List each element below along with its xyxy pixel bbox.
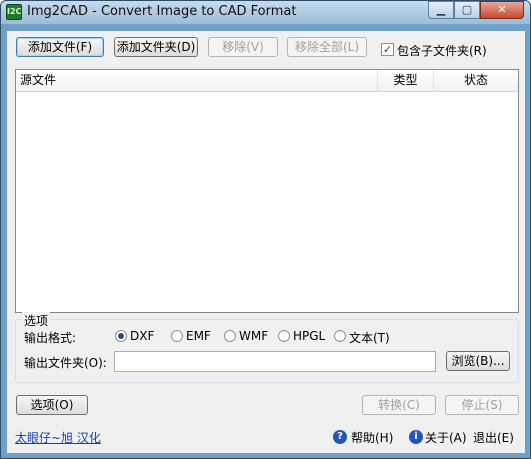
format-dxf-radio[interactable] <box>115 330 127 342</box>
help-icon[interactable]: ? <box>333 430 347 444</box>
options-group-title: 选项 <box>22 312 51 329</box>
options-button[interactable]: 选项(O) <box>16 395 88 415</box>
exit-link[interactable]: 退出(E) <box>473 429 514 446</box>
maximize-button[interactable]: ▢ <box>454 1 480 19</box>
add-folder-button[interactable]: 添加文件夹(D) <box>114 37 198 57</box>
format-text-label[interactable]: 文本(T) <box>349 329 390 346</box>
minimize-button[interactable]: ▁ <box>428 1 454 19</box>
format-text-radio[interactable] <box>334 330 346 342</box>
about-link[interactable]: 关于(A) <box>425 429 467 446</box>
format-hpgl-label[interactable]: HPGL <box>293 329 325 343</box>
remove-button[interactable]: 移除(V) <box>208 37 278 57</box>
main-panel: 添加文件(F) 添加文件夹(D) 移除(V) 移除全部(L) ✓ 包含子文件夹(… <box>7 31 525 453</box>
window-controls: ▁ ▢ ✕ <box>428 1 524 20</box>
output-format-label: 输出格式: <box>24 331 77 345</box>
column-status[interactable]: 状态 <box>434 70 518 92</box>
output-folder-input[interactable] <box>114 351 436 372</box>
options-group: 选项 输出格式: DXF EMF WMF HPGL 文本(T) 输出文件夹(O)… <box>15 312 519 383</box>
app-window: I2C Img2CAD - Convert Image to CAD Forma… <box>0 0 531 459</box>
output-folder-label: 输出文件夹(O): <box>24 356 107 370</box>
app-logo-icon: I2C <box>6 4 22 20</box>
file-list[interactable]: 源文件 类型 状态 <box>15 69 519 313</box>
about-icon[interactable]: i <box>409 430 423 444</box>
format-wmf-label[interactable]: WMF <box>239 329 268 343</box>
add-file-button[interactable]: 添加文件(F) <box>16 37 104 57</box>
format-dxf-label[interactable]: DXF <box>130 329 154 343</box>
format-emf-label[interactable]: EMF <box>186 329 211 343</box>
window-title: Img2CAD - Convert Image to CAD Format <box>27 4 297 19</box>
browse-button[interactable]: 浏览(B)... <box>446 351 510 371</box>
column-source-file[interactable]: 源文件 <box>16 70 378 92</box>
remove-all-button[interactable]: 移除全部(L) <box>287 37 367 57</box>
close-button[interactable]: ✕ <box>480 1 524 19</box>
credit-link[interactable]: 太眼仔~旭 汉化 <box>15 429 101 446</box>
stop-button[interactable]: 停止(S) <box>445 395 519 415</box>
convert-button[interactable]: 转换(C) <box>362 395 436 415</box>
include-subfolders-label: 包含子文件夹(R) <box>397 44 487 58</box>
format-hpgl-radio[interactable] <box>278 330 290 342</box>
help-link[interactable]: 帮助(H) <box>351 429 393 446</box>
include-subfolders-checkbox[interactable]: ✓ <box>381 43 394 56</box>
format-emf-radio[interactable] <box>171 330 183 342</box>
format-wmf-radio[interactable] <box>224 330 236 342</box>
column-type[interactable]: 类型 <box>378 70 434 92</box>
title-bar[interactable]: I2C Img2CAD - Convert Image to CAD Forma… <box>1 1 530 24</box>
file-list-header: 源文件 类型 状态 <box>16 70 518 92</box>
